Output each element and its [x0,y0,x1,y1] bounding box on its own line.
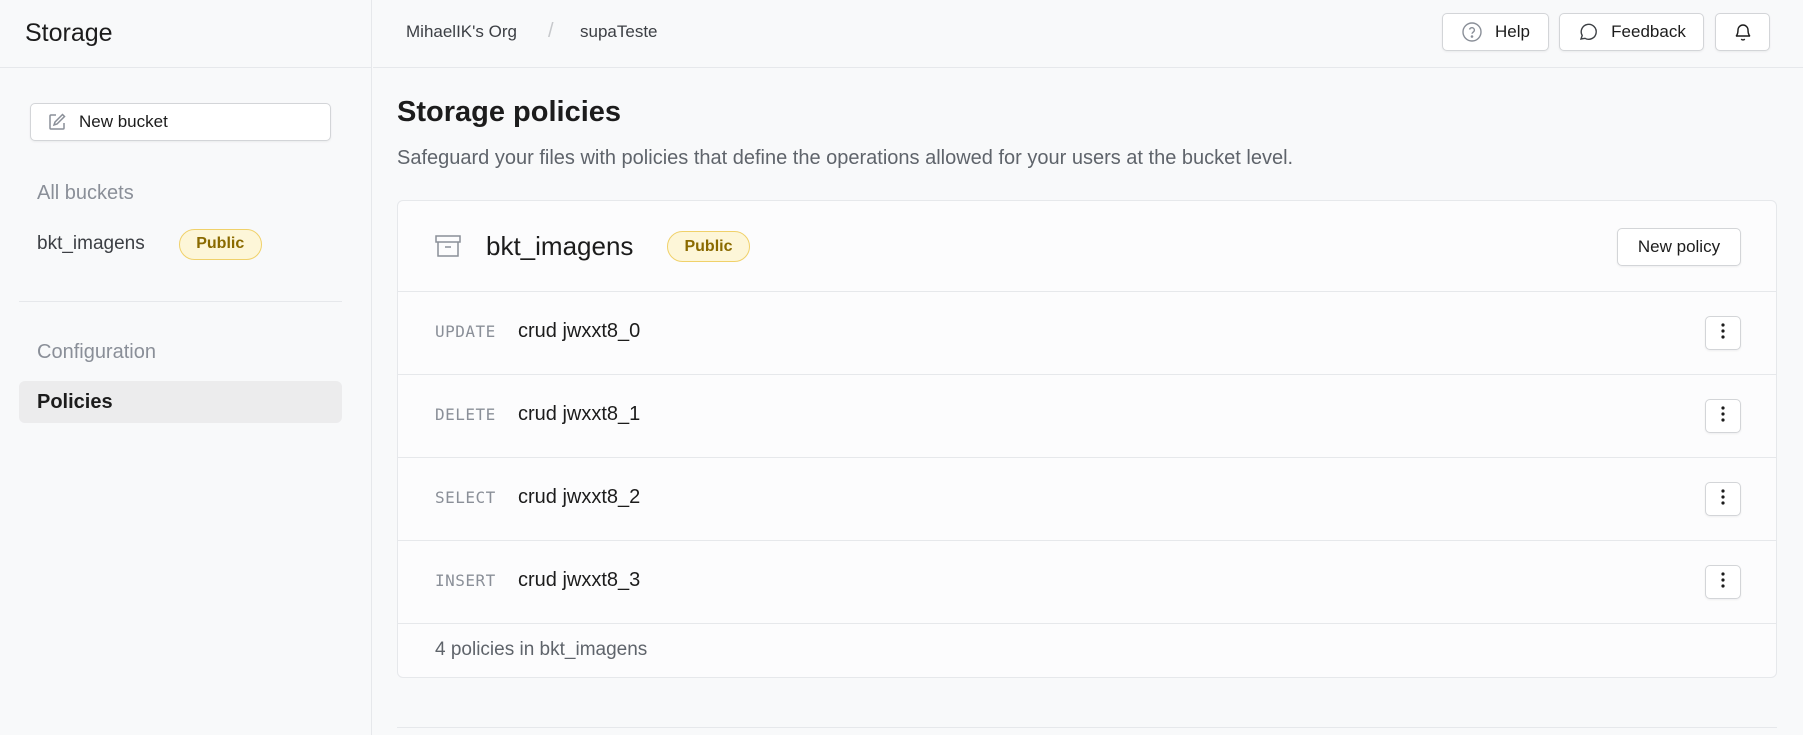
sidebar: Storage New bucket All buckets bkt_image… [0,0,372,735]
policy-menu-button[interactable] [1705,482,1741,516]
breadcrumb-separator: / [548,20,554,42]
sidebar-item-label: Policies [37,390,113,413]
new-policy-button[interactable]: New policy [1617,228,1741,266]
archive-icon [434,233,462,259]
more-vertical-icon [1720,571,1726,594]
policy-name: crud jwxxt8_2 [518,486,641,508]
public-badge: Public [667,231,750,262]
breadcrumb-project[interactable]: supaTeste [580,22,658,42]
configuration-label: Configuration [37,341,156,363]
bell-icon [1732,21,1754,43]
sidebar-divider [19,301,342,302]
sidebar-bucket-name: bkt_imagens [37,233,145,254]
page-title: Storage policies [397,96,622,128]
breadcrumb-org[interactable]: MihaelIK's Org [406,22,517,42]
bucket-name: bkt_imagens [486,231,634,261]
sidebar-bucket-item[interactable]: bkt_imagens Public [37,228,262,260]
policy-row: DELETE crud jwxxt8_1 [398,375,1776,458]
sidebar-header: Storage [0,0,371,68]
policy-operation: SELECT [435,488,496,507]
policy-row: UPDATE crud jwxxt8_0 [398,292,1776,375]
more-vertical-icon [1720,405,1726,428]
topbar: MihaelIK's Org / supaTeste Help Feedback [373,0,1803,68]
more-vertical-icon [1720,322,1726,345]
edit-icon [47,112,67,132]
policies-count: 4 policies in bkt_imagens [435,639,648,660]
sidebar-item-policies[interactable]: Policies [19,381,342,423]
more-vertical-icon [1720,488,1726,511]
policy-name: crud jwxxt8_0 [518,320,641,342]
question-circle-icon [1461,21,1483,43]
new-bucket-label: New bucket [79,112,168,131]
feedback-label: Feedback [1611,22,1686,41]
policy-menu-button[interactable] [1705,399,1741,433]
policy-operation: UPDATE [435,322,496,341]
policy-operation: INSERT [435,571,496,590]
policy-menu-button[interactable] [1705,565,1741,599]
help-label: Help [1495,22,1530,41]
policy-name: crud jwxxt8_1 [518,403,641,425]
help-button[interactable]: Help [1442,13,1549,51]
section-divider [397,727,1777,728]
bucket-policies-card: bkt_imagens Public New policy UPDATE cru… [397,200,1777,678]
policy-menu-button[interactable] [1705,316,1741,350]
policy-operation: DELETE [435,405,496,424]
policy-name: crud jwxxt8_3 [518,569,641,591]
bucket-card-header: bkt_imagens Public New policy [398,201,1776,292]
sidebar-title: Storage [25,19,113,47]
new-bucket-button[interactable]: New bucket [30,103,331,141]
message-circle-icon [1577,21,1599,43]
feedback-button[interactable]: Feedback [1559,13,1704,51]
public-badge: Public [178,228,262,260]
page-description: Safeguard your files with policies that … [397,147,1294,169]
policy-row: SELECT crud jwxxt8_2 [398,458,1776,541]
all-buckets-label[interactable]: All buckets [37,182,134,205]
notifications-button[interactable] [1715,13,1770,51]
policy-row: INSERT crud jwxxt8_3 [398,541,1776,624]
